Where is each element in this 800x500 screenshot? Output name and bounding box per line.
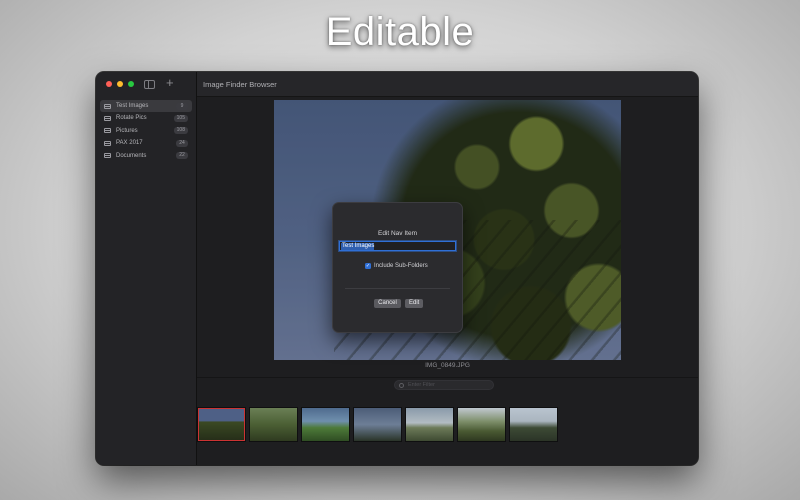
include-subfolders-checkbox[interactable]: ✓ (365, 263, 371, 269)
thumbnail[interactable] (353, 407, 402, 442)
sidebar-nav: Test Images 9 Rotate Pics 105 Pictures 1… (100, 100, 192, 162)
thumbnail-selected[interactable] (197, 407, 246, 442)
image-filename: IMG_0849.JPG (425, 362, 470, 369)
sidebar-item-label: PAX 2017 (116, 140, 143, 147)
cancel-button[interactable]: Cancel (374, 299, 401, 308)
drive-icon (104, 153, 111, 159)
sidebar-item-pictures[interactable]: Pictures 108 (100, 125, 192, 137)
search-icon (399, 382, 404, 388)
edit-button[interactable]: Edit (405, 299, 423, 308)
drive-icon (104, 103, 111, 109)
dialog-title: Edit Nav Item (377, 230, 417, 237)
nav-item-name-value: Test Images (342, 243, 375, 249)
app-window: + Test Images 9 Rotate Pics 105 Pictures… (96, 72, 698, 465)
divider (197, 377, 698, 378)
thumbnail[interactable] (405, 407, 454, 442)
sidebar-item-rotate-pics[interactable]: Rotate Pics 105 (100, 112, 192, 124)
thumbnail[interactable] (301, 407, 350, 442)
dialog-divider (345, 288, 450, 289)
window-title: Image Finder Browser (203, 80, 277, 89)
sidebar-item-label: Test Images (116, 103, 149, 109)
drive-icon (104, 115, 111, 121)
zoom-window-button[interactable] (128, 81, 134, 87)
sidebar-item-count: 105 (173, 114, 188, 122)
sidebar-item-count: 22 (176, 152, 188, 160)
filter-field[interactable]: Enter Filter (394, 380, 494, 390)
edit-nav-item-dialog: Edit Nav Item Test Images ✓ Include Sub-… (332, 202, 463, 333)
include-subfolders-label: Include Sub-Folders (374, 263, 428, 269)
include-subfolders-row: ✓ Include Sub-Folders (365, 263, 428, 269)
sidebar-item-test-images[interactable]: Test Images 9 (100, 100, 192, 112)
headline: Editable (325, 10, 475, 54)
minimize-window-button[interactable] (117, 81, 123, 87)
thumbnail[interactable] (249, 407, 298, 442)
sidebar: + Test Images 9 Rotate Pics 105 Pictures… (96, 72, 197, 465)
close-window-button[interactable] (106, 81, 112, 87)
sidebar-item-pax-2017[interactable]: PAX 2017 24 (100, 137, 192, 149)
thumbnail[interactable] (457, 407, 506, 442)
sidebar-item-label: Pictures (116, 127, 138, 134)
titlebar: Image Finder Browser (197, 72, 698, 97)
add-icon[interactable]: + (166, 76, 174, 89)
sidebar-item-count: 24 (176, 139, 188, 147)
thumbnail-strip (197, 407, 558, 442)
sidebar-item-count: 108 (173, 127, 188, 135)
sidebar-item-documents[interactable]: Documents 22 (100, 150, 192, 162)
sidebar-item-count: 9 (176, 102, 188, 110)
sidebar-item-label: Documents (116, 152, 147, 159)
thumbnail[interactable] (509, 407, 558, 442)
window-controls (106, 81, 134, 87)
drive-icon (104, 128, 111, 134)
sidebar-toggle-icon[interactable] (144, 80, 155, 89)
filter-placeholder: Enter Filter (408, 382, 435, 388)
drive-icon (104, 140, 111, 146)
sidebar-item-label: Rotate Pics (116, 115, 147, 122)
